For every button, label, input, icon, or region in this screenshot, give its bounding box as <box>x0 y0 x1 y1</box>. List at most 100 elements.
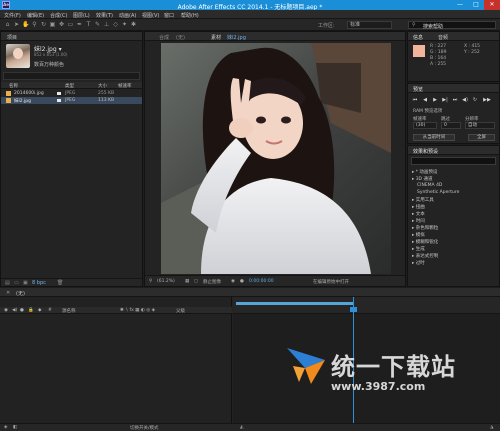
full-screen-checkbox[interactable]: 全屏 <box>468 134 495 141</box>
toggle-modes-icon[interactable]: ◧ <box>13 425 17 430</box>
zoom-level[interactable]: (61.2%) <box>157 279 175 284</box>
project-row[interactable]: 2014600i.jpg JPEG 255 KB <box>1 90 142 97</box>
solo-column-icon[interactable]: ● <box>20 308 24 313</box>
puppet-pin-tool-icon[interactable]: ✱ <box>130 21 137 28</box>
current-time[interactable]: 0:00:00:00 <box>249 279 274 284</box>
effects-search-input[interactable] <box>411 157 496 165</box>
camera-tool-icon[interactable]: ▣ <box>49 21 56 28</box>
rotate-tool-icon[interactable]: ↻ <box>40 21 47 28</box>
tab-preview[interactable]: 预览 <box>413 86 423 93</box>
mask-icon[interactable]: ◻ <box>194 279 198 284</box>
audio-column-icon[interactable]: ◀) <box>12 308 17 313</box>
grid-icon[interactable]: ▦ <box>185 279 189 284</box>
column-name[interactable]: 名称 <box>9 83 18 89</box>
toggle-switches-modes-label[interactable]: 切换开关/模式 <box>130 425 159 431</box>
zoom-in-icon[interactable]: ◮ <box>490 425 493 430</box>
effect-category[interactable]: ▸ 生成 <box>412 246 425 252</box>
first-frame-icon[interactable]: ⏮ <box>411 97 419 104</box>
close-button[interactable]: ✕ <box>484 0 500 10</box>
tab-footage[interactable]: 素材 <box>211 34 221 41</box>
audio-icon[interactable]: ◀) <box>461 97 469 104</box>
visibility-icon[interactable]: ◉ <box>4 308 8 313</box>
minimize-button[interactable]: — <box>452 0 468 10</box>
maximize-button[interactable]: □ <box>468 0 484 10</box>
zoom-tool-icon[interactable]: ⚲ <box>31 21 38 28</box>
time-ruler[interactable] <box>233 297 500 314</box>
label-column-icon[interactable]: ◆ <box>38 308 41 313</box>
menu-view[interactable]: 视图(V) <box>142 12 159 19</box>
effect-category[interactable]: ▸ 扭曲 <box>412 204 425 210</box>
hand-tool-icon[interactable]: ✋ <box>22 21 29 28</box>
work-area-bar[interactable] <box>236 302 354 305</box>
zoom-out-icon[interactable]: ◭ <box>240 425 243 430</box>
menu-composition[interactable]: 合成(C) <box>50 12 67 19</box>
project-row-selected[interactable]: 妹l2.jpg JPEG 113 KB <box>1 97 142 104</box>
column-size[interactable]: 大小 <box>98 83 107 89</box>
effect-category[interactable]: ▸ 过时 <box>412 260 425 266</box>
switches-icons[interactable]: ✱ ∖ fx ▦ ◐ ◎ ◈ <box>120 308 155 313</box>
menu-animation[interactable]: 动画(A) <box>119 12 136 19</box>
menu-layer[interactable]: 图层(L) <box>73 12 90 19</box>
number-column-icon[interactable]: # <box>48 308 52 313</box>
effect-category[interactable]: ▸ 时间 <box>412 218 425 224</box>
ram-preview-icon[interactable]: ▶▶ <box>483 97 491 104</box>
delete-icon[interactable]: 🗑 <box>57 280 63 286</box>
open-in-original-label[interactable]: 在编辑原始中打开 <box>313 279 349 285</box>
roto-brush-tool-icon[interactable]: ✦ <box>121 21 128 28</box>
toggle-switches-icon[interactable]: ◈ <box>4 425 7 430</box>
label-color-swatch[interactable] <box>57 99 61 102</box>
tab-info[interactable]: 信息 <box>413 34 423 41</box>
search-help-input[interactable]: ⚲ 搜索帮助 <box>408 21 496 30</box>
resolution-select[interactable]: 自动 <box>465 122 495 129</box>
menu-edit[interactable]: 编辑(E) <box>27 12 44 19</box>
text-tool-icon[interactable]: T <box>85 21 92 28</box>
column-parent[interactable]: 父级 <box>176 308 185 314</box>
effect-category[interactable]: ▸ 文本 <box>412 211 425 217</box>
rectangle-tool-icon[interactable]: ▭ <box>67 21 74 28</box>
selection-tool-icon[interactable]: ➤ <box>13 21 20 28</box>
close-tab-icon[interactable]: ✕ <box>6 290 10 296</box>
show-channel-icon[interactable]: ● <box>240 279 244 284</box>
effect-category[interactable]: Synthetic Aperture <box>417 190 459 195</box>
menu-file[interactable]: 文件(F) <box>4 12 21 19</box>
brush-tool-icon[interactable]: ✎ <box>94 21 101 28</box>
effect-category[interactable]: ▸ 3D 通道 <box>412 176 432 182</box>
magnifier-icon[interactable]: ⚲ <box>149 279 152 284</box>
new-folder-icon[interactable]: ▭ <box>14 280 19 286</box>
menu-window[interactable]: 窗口 <box>164 12 174 19</box>
effect-category[interactable]: ▸ 模糊和锐化 <box>412 239 438 245</box>
column-type[interactable]: 类型 <box>65 83 74 89</box>
interpret-footage-icon[interactable]: ▤ <box>5 280 10 286</box>
effect-category[interactable]: ▸ 实用工具 <box>412 197 434 203</box>
footage-preview-image[interactable] <box>161 43 391 274</box>
play-icon[interactable]: ▶ <box>431 97 439 104</box>
column-frame-rate[interactable]: 帧速率 <box>118 83 132 89</box>
next-frame-icon[interactable]: ▶| <box>441 97 449 104</box>
effect-category[interactable]: ▸ 模拟 <box>412 232 425 238</box>
camera-snapshot-icon[interactable]: ◉ <box>231 279 235 284</box>
tab-audio[interactable]: 音频 <box>438 34 448 41</box>
effect-category[interactable]: ▸ 表达式控制 <box>412 253 438 259</box>
menu-help[interactable]: 帮助(H) <box>181 12 199 19</box>
skip-input[interactable]: 0 <box>441 122 461 129</box>
home-icon[interactable]: ⌂ <box>4 21 11 28</box>
project-search-input[interactable] <box>3 72 140 80</box>
tab-effects-presets[interactable]: 效果和预设 <box>413 148 438 155</box>
tab-project[interactable]: 项目 <box>7 34 17 41</box>
effect-category[interactable]: ▸ * 动画预设 <box>412 169 437 175</box>
new-composition-icon[interactable]: ▣ <box>23 280 28 286</box>
effect-category[interactable]: ▸ 杂色和颗粒 <box>412 225 438 231</box>
tab-composition[interactable]: 合成 <box>159 34 169 41</box>
lock-column-icon[interactable]: 🔒 <box>28 308 34 313</box>
effect-category[interactable]: CINEMA 4D <box>417 183 442 188</box>
previous-frame-icon[interactable]: ◀ <box>421 97 429 104</box>
clone-stamp-tool-icon[interactable]: ⊥ <box>103 21 110 28</box>
loop-icon[interactable]: ↻ <box>471 97 479 104</box>
frame-rate-select[interactable]: (30) <box>413 122 437 129</box>
eraser-tool-icon[interactable]: ◇ <box>112 21 119 28</box>
tab-timeline[interactable]: (无) <box>16 290 25 297</box>
workspace-select[interactable]: 标准 <box>347 21 392 29</box>
from-current-time-checkbox[interactable]: 从当前时间 <box>413 134 455 141</box>
menu-effect[interactable]: 效果(T) <box>96 12 113 19</box>
color-depth-button[interactable]: 8 bpc <box>32 280 46 286</box>
